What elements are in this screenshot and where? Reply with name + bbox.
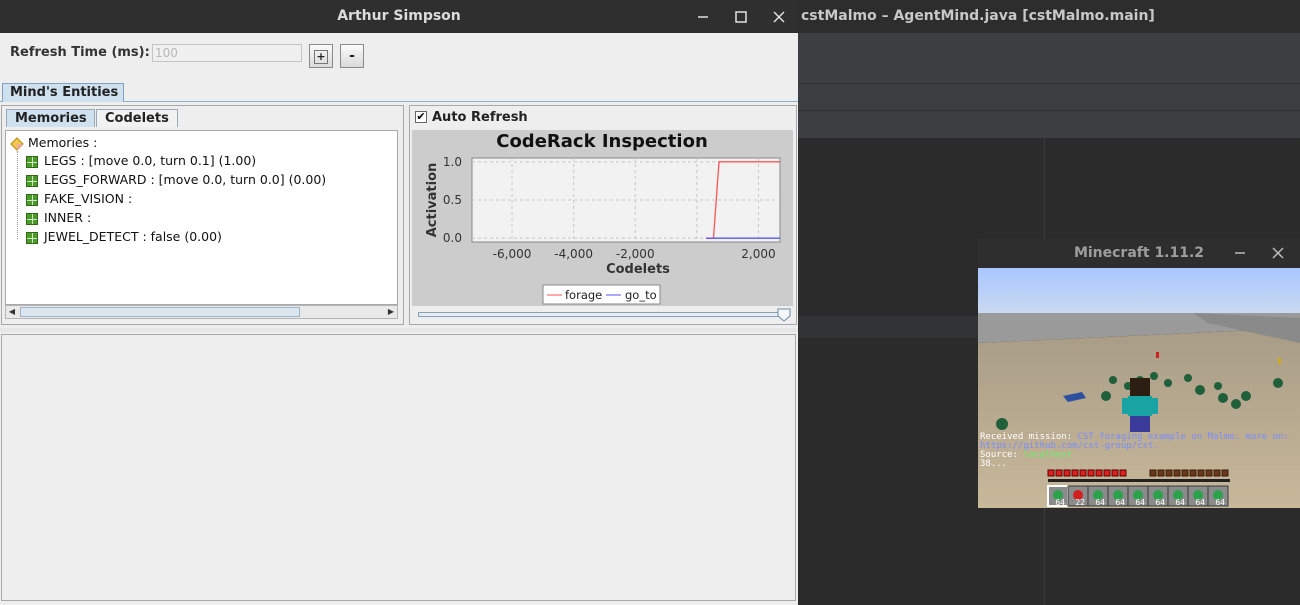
- auto-refresh-checkbox[interactable]: ✔: [415, 111, 427, 123]
- minecraft-game-view[interactable]: Received mission: CST foraging example o…: [978, 268, 1300, 508]
- tab-minds-entities[interactable]: Mind's Entities: [2, 83, 124, 102]
- scroll-left-icon[interactable]: ◀: [6, 306, 18, 318]
- plus-label: +: [314, 50, 328, 64]
- xp-bar: [1048, 479, 1230, 482]
- y-tick-label: 0.0: [443, 231, 462, 245]
- heart-icon: [1063, 469, 1071, 477]
- ide-tabbar: [798, 111, 1300, 138]
- decrease-refresh-button[interactable]: -: [340, 44, 364, 68]
- heart-icon: [1095, 469, 1103, 477]
- tree-item-label: LEGS : [move 0.0, turn 0.1] (1.00): [44, 153, 257, 168]
- close-icon[interactable]: [768, 6, 790, 28]
- window-title: Arthur Simpson: [337, 8, 461, 24]
- ide-toolbar: [798, 33, 1300, 84]
- refresh-time-input[interactable]: [152, 44, 302, 62]
- x-axis-label: Codelets: [606, 262, 670, 277]
- x-tick-label: -6,000: [493, 247, 532, 261]
- hotbar-count: 64: [1175, 498, 1185, 507]
- minecraft-hud: 64 22 64 64 64 64 64 64 64: [1047, 469, 1230, 507]
- heart-icon: [1103, 469, 1111, 477]
- scroll-right-icon[interactable]: ▶: [385, 306, 397, 318]
- memories-tree: Memories : LEGS : [move 0.0, turn 0.1] (…: [5, 130, 398, 305]
- tree-item-label: FAKE_VISION :: [44, 191, 133, 206]
- x-tick-label: -2,000: [616, 247, 655, 261]
- minecraft-window: Minecraft 1.11.2 Received mission: CST f…: [978, 239, 1300, 508]
- hunger-icon: [1205, 469, 1213, 477]
- chart-slider-thumb[interactable]: [777, 307, 791, 322]
- memory-grid-icon: [26, 193, 38, 206]
- hotbar-count: 64: [1095, 498, 1105, 507]
- close-icon[interactable]: [1268, 243, 1288, 263]
- auto-refresh-label: Auto Refresh: [432, 110, 528, 125]
- x-tick-label: 2,000: [741, 247, 775, 261]
- tree-item-legs[interactable]: LEGS : [move 0.0, turn 0.1] (1.00): [26, 152, 256, 170]
- tree-root[interactable]: Memories :: [10, 134, 97, 152]
- legend-label-go-to: go_to: [625, 288, 657, 302]
- x-tick-label: -4,000: [554, 247, 593, 261]
- hotbar-count: 64: [1055, 498, 1065, 507]
- heart-icon: [1055, 469, 1063, 477]
- minimize-icon[interactable]: [1230, 243, 1250, 263]
- heart-icon: [1087, 469, 1095, 477]
- heart-icon: [1047, 469, 1055, 477]
- hotbar-count: 64: [1215, 498, 1225, 507]
- memory-grid-icon: [26, 231, 38, 244]
- tree-horizontal-scrollbar[interactable]: ◀ ▶: [5, 305, 398, 319]
- title-bar: Arthur Simpson: [0, 0, 798, 33]
- details-panel: [1, 334, 796, 601]
- memory-grid-icon: [26, 174, 38, 187]
- chart-svg: CodeRack Inspection -6,000 -4,000 -2,000 2,0…: [425, 131, 781, 305]
- hunger-icon: [1181, 469, 1189, 477]
- tree-item-fake-vision[interactable]: FAKE_VISION :: [26, 190, 132, 208]
- horizontal-split-divider[interactable]: [0, 328, 798, 332]
- tree-item-label: JEWEL_DETECT : false (0.00): [44, 229, 222, 244]
- hunger-icon: [1213, 469, 1221, 477]
- hunger-icon: [1157, 469, 1165, 477]
- tree-item-jewel-detect[interactable]: JEWEL_DETECT : false (0.00): [26, 228, 222, 246]
- minimize-icon[interactable]: [692, 6, 714, 28]
- heart-icon: [1079, 469, 1087, 477]
- hunger-icon: [1149, 469, 1157, 477]
- hunger-icon: [1197, 469, 1205, 477]
- minecraft-title: Minecraft 1.11.2: [978, 239, 1300, 268]
- tree-guide-line: [17, 151, 19, 239]
- heart-icon: [1071, 469, 1079, 477]
- mind-viewer-window: Arthur Simpson Refresh Time (ms): + - Mi…: [0, 0, 798, 605]
- y-axis-label: Activation: [425, 163, 440, 238]
- coderack-chart: CodeRack Inspection -6,000 -4,000 -2,000 2,0…: [412, 130, 793, 306]
- memory-grid-icon: [26, 155, 38, 168]
- y-tick-label: 1.0: [443, 155, 462, 169]
- legend-label-forage: forage: [565, 288, 602, 302]
- tree-item-label: INNER :: [44, 210, 92, 225]
- tree-item-legs-forward[interactable]: LEGS_FORWARD : [move 0.0, turn 0.0] (0.0…: [26, 171, 326, 189]
- chart-slider-track[interactable]: [418, 312, 789, 317]
- scrollbar-thumb[interactable]: [20, 307, 300, 317]
- increase-refresh-button[interactable]: +: [309, 44, 333, 68]
- maximize-icon[interactable]: [730, 6, 752, 28]
- plot-area: [471, 157, 781, 243]
- hunger-icon: [1173, 469, 1181, 477]
- tab-memories[interactable]: Memories: [6, 109, 95, 127]
- hotbar-count: 64: [1115, 498, 1125, 507]
- hunger-icon: [1221, 469, 1229, 477]
- ide-navbar: [798, 84, 1300, 111]
- hotbar-count: 22: [1075, 498, 1085, 507]
- tree-item-label: LEGS_FORWARD : [move 0.0, turn 0.0] (0.0…: [44, 172, 327, 187]
- ide-title: cstMalmo – AgentMind.java [cstMalmo.main…: [798, 0, 1300, 33]
- chart-title: CodeRack Inspection: [496, 131, 708, 152]
- hunger-icon: [1165, 469, 1173, 477]
- y-tick-label: 0.5: [443, 193, 462, 207]
- hotbar-count: 64: [1155, 498, 1165, 507]
- folder-icon: [10, 136, 24, 151]
- hotbar-count: 64: [1135, 498, 1145, 507]
- hunger-icon: [1189, 469, 1197, 477]
- heart-icon: [1111, 469, 1119, 477]
- refresh-time-label: Refresh Time (ms):: [10, 45, 150, 60]
- heart-icon: [1119, 469, 1127, 477]
- hotbar-count: 64: [1195, 498, 1205, 507]
- tree-item-inner[interactable]: INNER :: [26, 209, 91, 227]
- memory-grid-icon: [26, 212, 38, 225]
- tab-codelets[interactable]: Codelets: [96, 109, 178, 127]
- tree-root-label: Memories :: [28, 135, 98, 150]
